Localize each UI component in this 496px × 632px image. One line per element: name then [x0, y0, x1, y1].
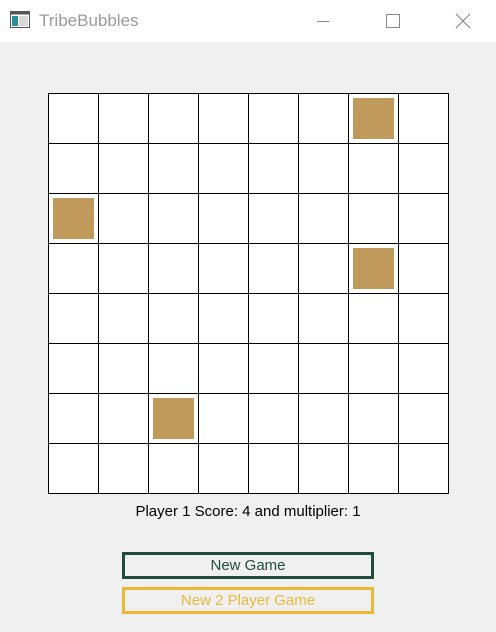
board-cell[interactable] [48, 393, 99, 444]
board-cell[interactable] [98, 393, 149, 444]
board-cell[interactable] [248, 393, 299, 444]
board-cell[interactable] [248, 243, 299, 294]
board-cell[interactable] [298, 443, 349, 494]
bubble-piece[interactable] [153, 398, 194, 439]
board-cell[interactable] [198, 343, 249, 394]
board-cell[interactable] [348, 193, 399, 244]
board-cell[interactable] [298, 93, 349, 144]
board-cell[interactable] [98, 443, 149, 494]
board-cell[interactable] [198, 193, 249, 244]
board-grid[interactable] [48, 93, 449, 494]
board-cell[interactable] [398, 343, 449, 394]
board-cell[interactable] [248, 443, 299, 494]
board-cell[interactable] [48, 243, 99, 294]
board-cell[interactable] [198, 443, 249, 494]
board-cell[interactable] [198, 143, 249, 194]
board-cell[interactable] [148, 243, 199, 294]
board-cell[interactable] [148, 293, 199, 344]
app-icon [10, 11, 30, 28]
board-cell[interactable] [298, 143, 349, 194]
maximize-button[interactable] [370, 0, 416, 42]
board-cell[interactable] [298, 393, 349, 444]
maximize-icon [386, 14, 400, 28]
board-cell[interactable] [298, 193, 349, 244]
title-bar: TribeBubbles [0, 0, 496, 42]
minimize-icon [317, 21, 329, 22]
board-cell[interactable] [48, 293, 99, 344]
board-cell[interactable] [148, 143, 199, 194]
board-cell[interactable] [48, 143, 99, 194]
new-game-button[interactable]: New Game [122, 552, 374, 579]
board-cell[interactable] [198, 93, 249, 144]
minimize-button[interactable] [300, 0, 346, 42]
game-board[interactable] [48, 93, 449, 494]
board-cell[interactable] [98, 143, 149, 194]
board-cell[interactable] [248, 293, 299, 344]
board-cell[interactable] [398, 93, 449, 144]
board-cell[interactable] [48, 93, 99, 144]
board-cell[interactable] [398, 443, 449, 494]
window-title: TribeBubbles [39, 11, 139, 30]
board-cell[interactable] [248, 343, 299, 394]
close-icon [455, 13, 471, 29]
board-cell[interactable] [298, 343, 349, 394]
board-cell[interactable] [98, 293, 149, 344]
board-cell[interactable] [48, 343, 99, 394]
board-cell[interactable] [398, 293, 449, 344]
board-cell[interactable] [248, 193, 299, 244]
board-cell[interactable] [348, 293, 399, 344]
board-cell[interactable] [48, 443, 99, 494]
board-cell[interactable] [348, 143, 399, 194]
board-cell[interactable] [198, 293, 249, 344]
board-cell[interactable] [148, 193, 199, 244]
close-button[interactable] [440, 0, 486, 42]
board-cell[interactable] [148, 343, 199, 394]
board-cell[interactable] [98, 193, 149, 244]
board-cell[interactable] [248, 143, 299, 194]
new-2-player-game-button[interactable]: New 2 Player Game [122, 587, 374, 614]
score-status: Player 1 Score: 4 and multiplier: 1 [135, 503, 361, 520]
board-cell[interactable] [148, 93, 199, 144]
board-cell[interactable] [348, 343, 399, 394]
board-cell[interactable] [98, 243, 149, 294]
bubble-piece[interactable] [53, 198, 94, 239]
board-cell[interactable] [198, 243, 249, 294]
board-cell[interactable] [148, 443, 199, 494]
board-cell[interactable] [398, 393, 449, 444]
bubble-piece[interactable] [353, 248, 394, 289]
board-cell[interactable] [398, 193, 449, 244]
board-cell[interactable] [348, 443, 399, 494]
board-cell[interactable] [298, 293, 349, 344]
board-cell[interactable] [398, 243, 449, 294]
board-cell[interactable] [348, 393, 399, 444]
board-cell[interactable] [248, 93, 299, 144]
board-cell[interactable] [98, 343, 149, 394]
board-cell[interactable] [398, 143, 449, 194]
board-cell[interactable] [298, 243, 349, 294]
board-cell[interactable] [98, 93, 149, 144]
board-cell[interactable] [198, 393, 249, 444]
bubble-piece[interactable] [353, 98, 394, 139]
